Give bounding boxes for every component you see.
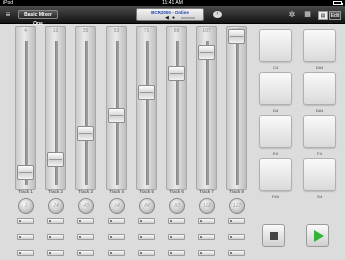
knob-track-3[interactable]: 43	[78, 198, 94, 214]
fader-cap[interactable]	[168, 66, 185, 82]
edit-button[interactable]: Edit	[329, 11, 341, 20]
fader-value: 35	[82, 28, 89, 34]
track-1-button-a[interactable]	[17, 218, 34, 224]
track-label: Track 4	[109, 189, 124, 194]
track-6-button-b[interactable]	[168, 234, 185, 240]
track-5-button-c[interactable]	[138, 250, 155, 256]
fader-cap[interactable]	[17, 164, 34, 180]
knob-track-7[interactable]: 102	[199, 198, 215, 214]
knob-track-1[interactable]: 1	[18, 198, 34, 214]
fader-cap[interactable]	[138, 84, 155, 100]
knob-track-6[interactable]: 83	[169, 198, 185, 214]
knob-track-4[interactable]: 64	[109, 198, 125, 214]
fader-value: 53	[113, 28, 120, 34]
track-label: Track 2	[48, 189, 63, 194]
track-label: Track 6	[169, 189, 184, 194]
menu-icon[interactable]: ≡	[3, 11, 13, 19]
stop-icon	[270, 232, 278, 240]
fader-cap[interactable]	[108, 107, 125, 123]
track-label: Track 7	[199, 189, 214, 194]
track-8-button-c[interactable]	[228, 250, 245, 256]
device-status-text: BCR2000 - Online	[151, 10, 189, 15]
track-5-button-b[interactable]	[138, 234, 155, 240]
mixer-select-button[interactable]: Basic Mixer One	[18, 10, 58, 27]
fader-value: 4	[24, 28, 27, 34]
fader-value: 13	[52, 28, 59, 34]
track-1-button-b[interactable]	[17, 234, 34, 240]
track-3-button-b[interactable]	[77, 234, 94, 240]
rewind-icon[interactable]: ◀	[165, 16, 169, 21]
track-7-button-b[interactable]	[198, 234, 215, 240]
track-5-button-a[interactable]	[138, 218, 155, 224]
fader-cap[interactable]	[47, 151, 64, 167]
fader-track-3[interactable]: 35	[75, 26, 96, 190]
fader-track-4[interactable]: 53	[106, 26, 127, 190]
pad-g4[interactable]	[303, 158, 336, 191]
chevron-left-icon[interactable]: ‹	[213, 11, 222, 18]
pad-f-sharp-4[interactable]	[259, 158, 292, 191]
track-6-button-a[interactable]	[168, 218, 185, 224]
track-3-button-c[interactable]	[77, 250, 94, 256]
track-7-button-c[interactable]	[198, 250, 215, 256]
track-1-button-c[interactable]	[17, 250, 34, 256]
track-2-button-a[interactable]	[47, 218, 64, 224]
knob-track-2[interactable]: 24	[48, 198, 64, 214]
track-label: Track 1	[18, 189, 33, 194]
track-label: Track 8	[229, 189, 244, 194]
fader-value: 107	[202, 28, 211, 34]
track-7-button-a[interactable]	[198, 218, 215, 224]
pad-label: C4	[272, 65, 279, 70]
track-8-button-b[interactable]	[228, 234, 245, 240]
pad-c4[interactable]	[259, 29, 292, 62]
pad-label: D#4	[315, 65, 324, 70]
fader-track-2[interactable]: 13	[45, 26, 66, 190]
fader-track-8[interactable]: 127	[226, 26, 247, 190]
pad-d4[interactable]	[259, 72, 292, 105]
fader-cap[interactable]	[77, 126, 94, 142]
device-status-display: BCR2000 - Online ◀ ●	[136, 8, 204, 21]
track-4-button-b[interactable]	[108, 234, 125, 240]
pad-e4[interactable]	[259, 115, 292, 148]
gear-icon[interactable]: ✲	[288, 11, 296, 19]
pad-label: F#4	[272, 194, 279, 199]
pad-d-sharp-4[interactable]	[303, 29, 336, 62]
track-4-button-c[interactable]	[108, 250, 125, 256]
knob-track-8[interactable]: 127	[229, 198, 245, 214]
pad-label: D#4	[315, 108, 324, 113]
fader-cap[interactable]	[228, 29, 245, 44]
track-4-button-a[interactable]	[108, 218, 125, 224]
pad-label: D4	[272, 108, 279, 113]
fader-track-5[interactable]: 71	[136, 26, 157, 190]
play-button[interactable]	[306, 224, 329, 247]
pad-f4[interactable]	[303, 115, 336, 148]
play-icon	[314, 230, 324, 242]
record-icon[interactable]: ●	[172, 16, 175, 21]
fader-value: 89	[173, 28, 180, 34]
fader-track-6[interactable]: 89	[166, 26, 187, 190]
pad-d-sharp-4-b[interactable]	[303, 72, 336, 105]
fader-track-1[interactable]: 4	[15, 26, 36, 190]
pad-label: G4	[316, 194, 323, 199]
toolbar: ≡ Basic Mixer One BCR2000 - Online ◀ ● ‹…	[0, 6, 345, 27]
pad-label: E4	[273, 151, 278, 156]
track-2-button-b[interactable]	[47, 234, 64, 240]
device-activity-bar	[181, 17, 195, 19]
track-2-button-c[interactable]	[47, 250, 64, 256]
fader-cap[interactable]	[198, 44, 215, 60]
fader-value: 71	[143, 28, 150, 34]
track-8-button-a[interactable]	[228, 218, 245, 224]
track-label: Track 5	[139, 189, 154, 194]
track-6-button-c[interactable]	[168, 250, 185, 256]
track-3-button-a[interactable]	[77, 218, 94, 224]
battery-icon	[333, 1, 343, 5]
knob-track-5[interactable]: 84	[139, 198, 155, 214]
fader-track-7[interactable]: 107	[196, 26, 217, 190]
grid-icon[interactable]: ▦	[303, 11, 312, 19]
pad-label: F4	[317, 151, 322, 156]
keyboard-icon[interactable]: ▤	[318, 11, 328, 20]
track-label: Track 3	[78, 189, 93, 194]
stop-button[interactable]	[262, 224, 285, 247]
